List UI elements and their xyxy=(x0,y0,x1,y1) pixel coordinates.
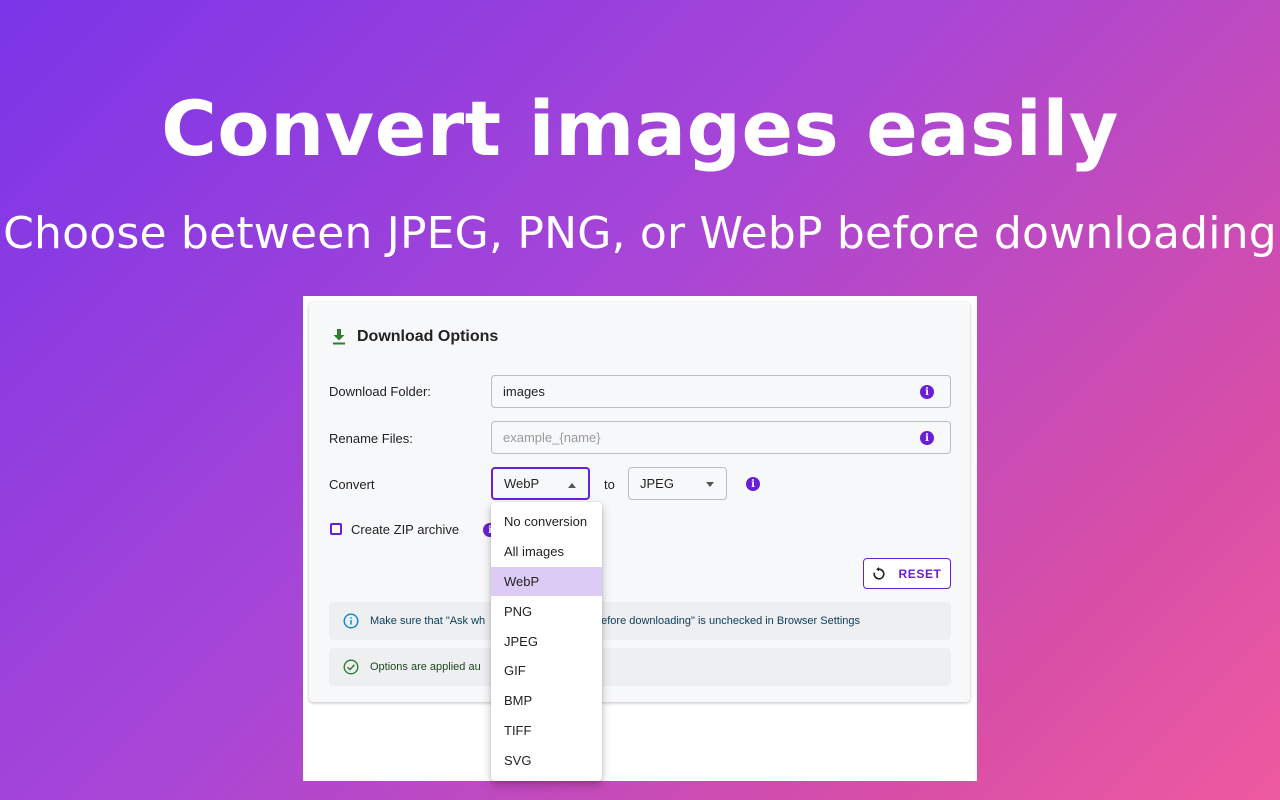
success-alert-text: Options are applied au xyxy=(370,661,481,673)
option-bmp[interactable]: BMP xyxy=(491,686,602,716)
info-icon[interactable]: i xyxy=(746,477,760,491)
info-outline-icon xyxy=(343,613,359,629)
reset-label: RESET xyxy=(898,566,942,581)
info-alert: Make sure that "Ask wh before downloadin… xyxy=(329,602,951,640)
option-tiff[interactable]: TIFF xyxy=(491,716,602,746)
convert-from-dropdown: No conversion All images WebP PNG JPEG G… xyxy=(491,502,602,781)
info-alert-text-start: Make sure that "Ask wh xyxy=(370,615,486,627)
convert-to-value: JPEG xyxy=(640,476,674,491)
download-folder-label: Download Folder: xyxy=(329,384,431,399)
info-icon[interactable]: i xyxy=(920,431,934,445)
hero-subtitle: Choose between JPEG, PNG, or WebP before… xyxy=(3,208,1277,259)
option-svg[interactable]: SVG xyxy=(491,745,602,775)
app-screenshot: Download Options Download Folder: i Rena… xyxy=(303,296,977,781)
create-zip-label[interactable]: Create ZIP archive xyxy=(351,522,459,537)
refresh-icon xyxy=(872,566,886,581)
rename-files-label: Rename Files: xyxy=(329,431,413,446)
panel-title: Download Options xyxy=(357,328,499,345)
convert-from-value: WebP xyxy=(504,476,540,491)
download-folder-input[interactable] xyxy=(503,384,903,399)
option-no-conversion[interactable]: No conversion xyxy=(491,507,602,537)
download-icon xyxy=(331,328,347,346)
convert-to-select[interactable]: JPEG xyxy=(628,467,727,500)
caret-down-icon xyxy=(706,482,714,487)
option-webp[interactable]: WebP xyxy=(491,566,602,597)
panel-header: Download Options xyxy=(331,328,498,346)
download-folder-field[interactable]: i xyxy=(491,375,951,408)
option-png[interactable]: PNG xyxy=(491,596,602,626)
caret-up-icon xyxy=(568,483,576,488)
hero-title: Convert images easily xyxy=(161,84,1119,173)
success-alert: Options are applied au xyxy=(329,648,951,686)
option-all-images[interactable]: All images xyxy=(491,537,602,567)
info-icon[interactable]: i xyxy=(920,385,934,399)
convert-from-select[interactable]: WebP xyxy=(491,467,590,500)
rename-files-input[interactable] xyxy=(503,430,903,445)
create-zip-checkbox[interactable] xyxy=(330,523,342,535)
download-options-panel: Download Options Download Folder: i Rena… xyxy=(309,302,970,781)
convert-to-label: to xyxy=(604,477,615,492)
info-alert-text-end: before downloading" is unchecked in Brow… xyxy=(595,615,861,627)
reset-button[interactable]: RESET xyxy=(863,558,951,589)
option-jpeg[interactable]: JPEG xyxy=(491,626,602,656)
convert-label: Convert xyxy=(329,477,375,492)
check-circle-icon xyxy=(343,659,359,675)
option-gif[interactable]: GIF xyxy=(491,656,602,686)
rename-files-field[interactable]: i xyxy=(491,421,951,454)
